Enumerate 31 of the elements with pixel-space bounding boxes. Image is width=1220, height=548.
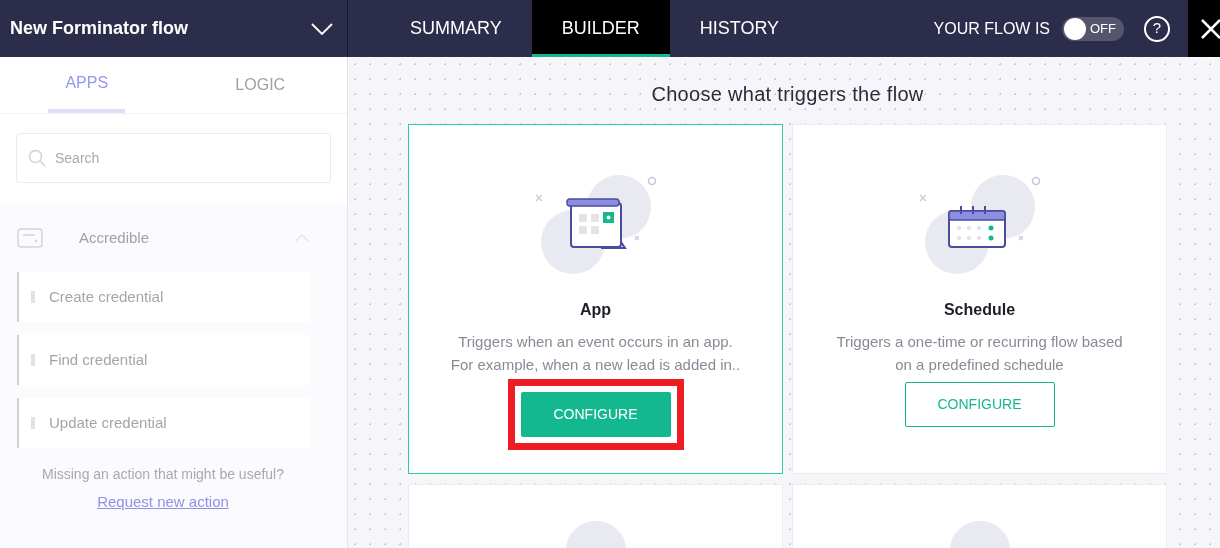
card-icon — [17, 228, 43, 248]
app-group-name: Accredible — [79, 227, 150, 248]
sidebar-tab[interactable]: APPS — [48, 57, 126, 113]
search-field[interactable]: Search — [16, 133, 331, 183]
action-item[interactable]: Create credential — [17, 272, 309, 322]
trigger-card[interactable] — [792, 484, 1167, 548]
card-description: Triggers a one-time or recurring flow based on a predefined schedule — [836, 332, 1123, 375]
configure-button[interactable]: CONFIGURE — [904, 382, 1055, 427]
header-tab[interactable]: HISTORY — [669, 0, 810, 57]
flow-name: New Forminator flow — [10, 17, 188, 40]
missing-action-text: Missing an action that might be useful? — [41, 465, 285, 484]
action-item[interactable]: Update credential — [17, 398, 309, 448]
chevron-down-icon[interactable] — [311, 22, 333, 35]
search-icon — [28, 149, 46, 167]
trigger-card[interactable]: App Triggers when an event occurs in an app. For example, when a new lead is added in.. CONFIGURE — [408, 124, 783, 474]
close-icon[interactable] — [1200, 17, 1220, 40]
configure-button[interactable]: CONFIGURE — [520, 392, 671, 437]
card-description: Triggers when an event occurs in an app. For example, when a new lead is added in.. — [450, 332, 741, 375]
page-title: Choose what triggers the flow — [651, 82, 924, 107]
action-item[interactable]: Find credential — [17, 335, 309, 385]
trigger-card[interactable] — [408, 484, 783, 548]
help-button[interactable]: ? — [1144, 15, 1170, 42]
card-title: Schedule — [943, 300, 1016, 320]
header-tab[interactable]: BUILDER — [531, 0, 670, 57]
flow-toggle[interactable]: OFF — [1062, 16, 1124, 41]
card-title: App — [579, 300, 612, 320]
sidebar-tab[interactable]: LOGIC — [218, 57, 303, 113]
header-tab[interactable]: SUMMARY — [380, 0, 532, 57]
trigger-card[interactable]: Schedule Triggers a one-time or recurring flow based on a predefined schedule CONFIGURE — [792, 124, 1167, 474]
request-action-link[interactable]: Request new action — [97, 491, 229, 514]
flow-status-label: YOUR FLOW IS — [933, 18, 1050, 39]
